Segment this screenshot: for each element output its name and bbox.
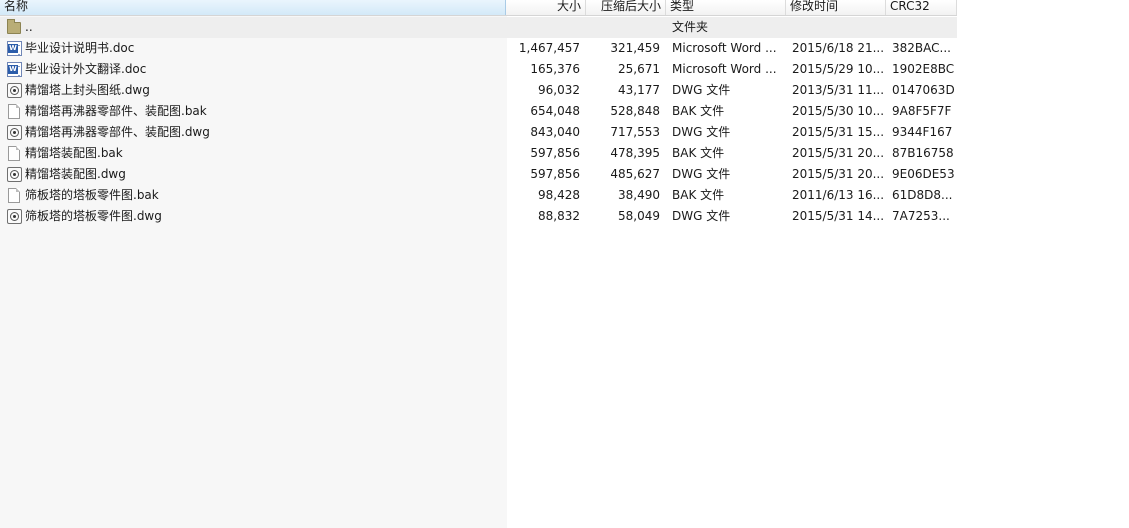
file-name: 精馏塔再沸器零部件、装配图.bak (25, 104, 207, 118)
file-packed-size: 485,627 (610, 167, 660, 181)
dwg-file-icon (7, 209, 22, 224)
file-name: 筛板塔的塔板零件图.dwg (25, 209, 162, 223)
file-packed-size: 321,459 (610, 41, 660, 55)
file-modified: 2015/5/31 20... (792, 146, 885, 160)
file-size: 88,832 (538, 209, 580, 223)
column-header-bar: 名称 大小 压缩后大小 类型 修改时间 CRC32 (0, 0, 957, 16)
file-size: 96,032 (538, 83, 580, 97)
file-row[interactable]: 筛板塔的塔板零件图.dwg 88,832 58,049 DWG 文件 2015/5/31… (0, 206, 957, 227)
parent-folder-type: 文件夹 (672, 20, 709, 34)
file-type: BAK 文件 (672, 188, 725, 202)
file-size: 843,040 (530, 125, 580, 139)
file-packed-size: 43,177 (618, 83, 660, 97)
file-name: 精馏塔上封头图纸.dwg (25, 83, 150, 97)
file-size: 98,428 (538, 188, 580, 202)
file-packed-size: 478,395 (610, 146, 660, 160)
file-modified: 2015/6/18 21... (792, 41, 885, 55)
file-packed-size: 58,049 (618, 209, 660, 223)
folder-icon (7, 19, 21, 34)
file-type: DWG 文件 (672, 209, 731, 223)
file-size: 654,048 (530, 104, 580, 118)
file-crc32: 9A8F5F7F (892, 104, 952, 118)
file-size: 597,856 (530, 167, 580, 181)
word-doc-icon (7, 62, 22, 77)
file-row[interactable]: 精馏塔装配图.bak 597,856 478,395 BAK 文件 2015/5/31 … (0, 143, 957, 164)
file-size: 165,376 (530, 62, 580, 76)
file-type: Microsoft Word ... (672, 41, 777, 55)
file-name: 精馏塔装配图.dwg (25, 167, 126, 181)
file-row[interactable]: 毕业设计外文翻译.doc 165,376 25,671 Microsoft Word … (0, 59, 957, 80)
file-name: 精馏塔装配图.bak (25, 146, 123, 160)
file-packed-size: 38,490 (618, 188, 660, 202)
file-packed-size: 717,553 (610, 125, 660, 139)
file-modified: 2015/5/31 20... (792, 167, 885, 181)
file-crc32: 61D8D8... (892, 188, 953, 202)
file-row[interactable]: 精馏塔再沸器零部件、装配图.bak 654,048 528,848 BAK 文件 201… (0, 101, 957, 122)
file-name: 毕业设计说明书.doc (25, 41, 135, 55)
file-crc32: 0147063D (892, 83, 955, 97)
column-header-type[interactable]: 类型 (666, 0, 786, 15)
file-row[interactable]: 筛板塔的塔板零件图.bak 98,428 38,490 BAK 文件 2011/6/13… (0, 185, 957, 206)
file-packed-size: 25,671 (618, 62, 660, 76)
file-crc32: 1902E8BC (892, 62, 955, 76)
file-crc32: 9344F167 (892, 125, 953, 139)
column-header-crc32[interactable]: CRC32 (886, 0, 957, 15)
file-type: DWG 文件 (672, 83, 731, 97)
file-name: 精馏塔再沸器零部件、装配图.dwg (25, 125, 210, 139)
file-type: BAK 文件 (672, 104, 725, 118)
file-modified: 2015/5/31 14... (792, 209, 885, 223)
file-type: Microsoft Word ... (672, 62, 777, 76)
file-name: 毕业设计外文翻译.doc (25, 62, 147, 76)
file-name: 筛板塔的塔板零件图.bak (25, 188, 159, 202)
file-type: DWG 文件 (672, 125, 731, 139)
file-crc32: 382BAC... (892, 41, 951, 55)
file-type: BAK 文件 (672, 146, 725, 160)
file-row[interactable]: 精馏塔上封头图纸.dwg 96,032 43,177 DWG 文件 2013/5/31 … (0, 80, 957, 101)
dwg-file-icon (7, 83, 22, 98)
bak-file-icon (8, 104, 20, 119)
parent-folder-row[interactable]: .. 文件夹 (0, 17, 957, 38)
file-modified: 2015/5/30 10... (792, 104, 885, 118)
file-modified: 2015/5/31 15... (792, 125, 885, 139)
file-row[interactable]: 毕业设计说明书.doc 1,467,457 321,459 Microsoft Wor… (0, 38, 957, 59)
column-header-size[interactable]: 大小 (506, 0, 586, 15)
file-size: 597,856 (530, 146, 580, 160)
file-size: 1,467,457 (518, 41, 580, 55)
dwg-file-icon (7, 167, 22, 182)
file-row[interactable]: 精馏塔再沸器零部件、装配图.dwg 843,040 717,553 DWG 文件 201… (0, 122, 957, 143)
file-modified: 2013/5/31 11... (792, 83, 885, 97)
column-header-packed-size[interactable]: 压缩后大小 (586, 0, 666, 15)
file-modified: 2015/5/29 10... (792, 62, 885, 76)
bak-file-icon (8, 146, 20, 161)
bak-file-icon (8, 188, 20, 203)
file-crc32: 7A7253... (892, 209, 950, 223)
file-crc32: 87B16758 (892, 146, 954, 160)
file-crc32: 9E06DE53 (892, 167, 955, 181)
column-header-name[interactable]: 名称 (0, 0, 506, 15)
file-packed-size: 528,848 (610, 104, 660, 118)
parent-folder-name: .. (25, 20, 33, 34)
dwg-file-icon (7, 125, 22, 140)
word-doc-icon (7, 41, 22, 56)
file-modified: 2011/6/13 16... (792, 188, 885, 202)
file-row[interactable]: 精馏塔装配图.dwg 597,856 485,627 DWG 文件 2015/5/31 … (0, 164, 957, 185)
column-header-modified[interactable]: 修改时间 (786, 0, 886, 15)
file-type: DWG 文件 (672, 167, 731, 181)
